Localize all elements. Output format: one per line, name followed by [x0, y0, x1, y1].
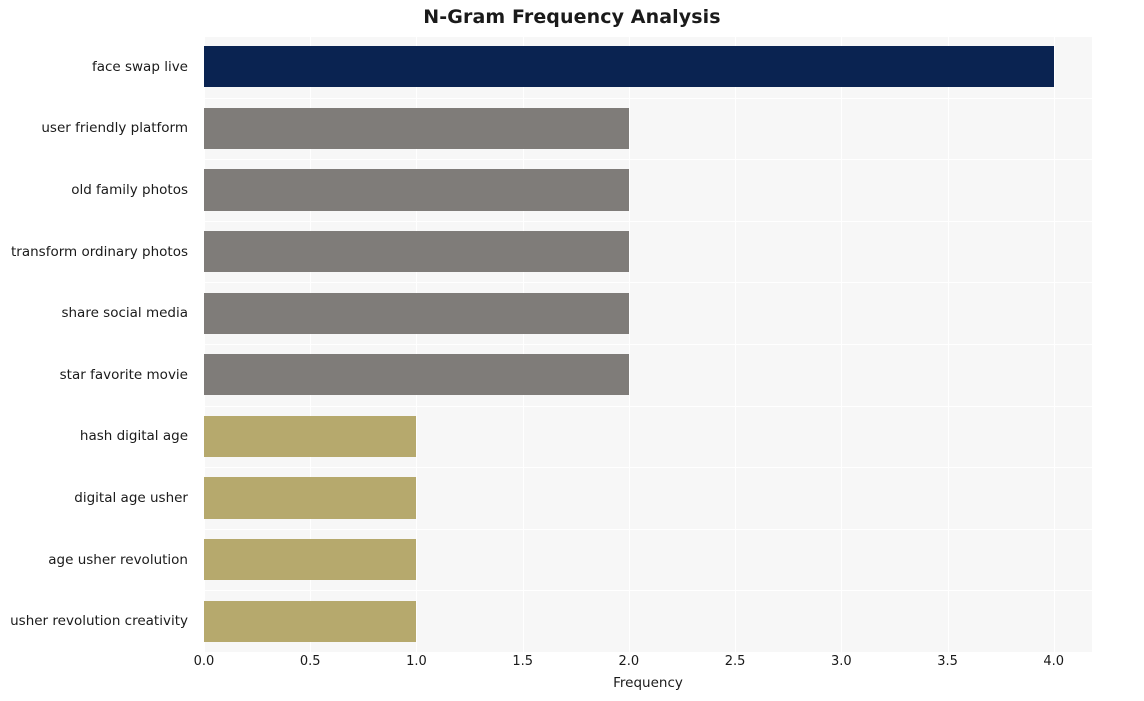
y-axis-tick-label: old family photos — [71, 182, 188, 198]
x-axis-tick-label: 0.0 — [193, 654, 215, 669]
x-axis-tick-labels: 0.0 0.5 1.0 1.5 2.0 2.5 3.0 3.5 4.0 — [194, 652, 1092, 674]
x-axis-tick-label: 4.0 — [1043, 654, 1065, 669]
x-axis-tick-label: 3.5 — [937, 654, 958, 669]
y-axis-tick-labels: face swap live user friendly platform old … — [0, 36, 196, 652]
x-axis-tick-label: 1.5 — [512, 654, 533, 669]
y-axis-tick-label: share social media — [61, 305, 188, 322]
chart-figure: N-Gram Frequency Analysis face swap live… — [0, 0, 1144, 701]
x-axis-tick-label: 1.0 — [406, 654, 427, 669]
bar — [204, 415, 417, 458]
y-axis-tick-label: transform ordinary photos — [11, 243, 188, 260]
bar — [204, 107, 629, 150]
bar — [204, 46, 1054, 88]
y-axis-tick-label: usher revolution creativity — [10, 613, 188, 630]
y-axis-tick-label: user friendly platform — [41, 120, 188, 137]
bar — [204, 230, 629, 273]
chart-title: N-Gram Frequency Analysis — [423, 6, 721, 28]
y-axis-tick-label: age usher revolution — [48, 551, 188, 568]
x-axis-tick-label: 2.0 — [618, 654, 640, 669]
plot-area — [204, 36, 1092, 653]
bar — [204, 292, 629, 334]
y-axis-tick-label: star favorite movie — [59, 366, 188, 383]
y-axis-tick-label: hash digital age — [79, 428, 188, 445]
x-axis-tick-label: 2.5 — [724, 654, 746, 669]
x-axis-title: Frequency — [613, 675, 683, 691]
bar — [204, 477, 417, 519]
x-axis-tick-label: 3.0 — [830, 654, 852, 669]
bar — [204, 600, 417, 642]
y-axis-tick-label: face swap live — [91, 58, 188, 75]
bar — [204, 538, 417, 581]
bar — [204, 354, 629, 396]
bars-layer — [204, 36, 1092, 652]
bar — [204, 169, 629, 211]
y-axis-tick-label: digital age usher — [74, 490, 188, 506]
x-axis-tick-label: 0.5 — [299, 654, 321, 669]
